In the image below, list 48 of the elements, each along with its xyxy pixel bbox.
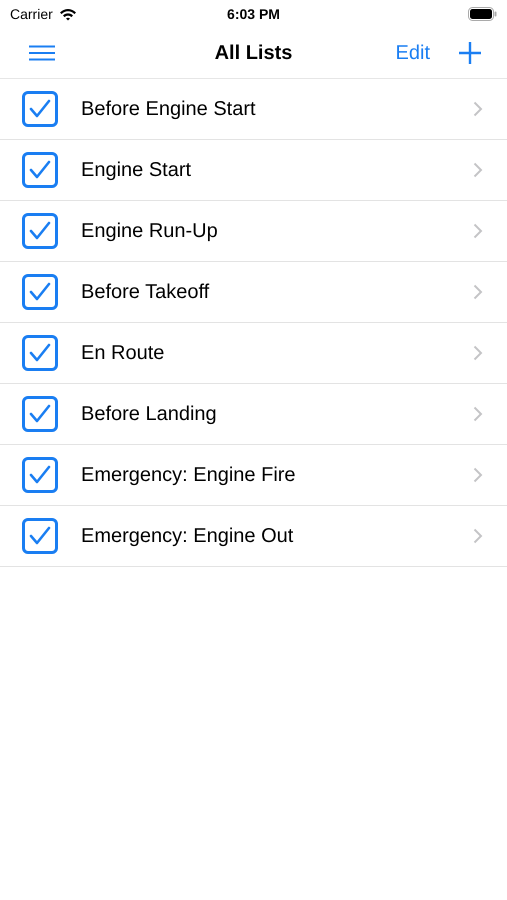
list-row[interactable]: Before Takeoff [0, 262, 507, 323]
battery-icon [468, 7, 498, 21]
chevron-icon [473, 162, 483, 178]
checkmark-icon [29, 282, 51, 302]
list-name: Engine Run-Up [81, 219, 219, 244]
page-title: All Lists [214, 41, 292, 66]
checkbox[interactable] [22, 396, 58, 432]
list-row[interactable]: Engine Run-Up [0, 201, 507, 262]
list-row[interactable]: En Route [0, 323, 507, 384]
status-time: 6:03 PM [227, 4, 280, 24]
list-name: Emergency: Engine Fire [81, 463, 297, 488]
checkbox[interactable] [22, 518, 58, 554]
checkbox[interactable] [22, 335, 58, 371]
checkmark-icon [29, 404, 51, 424]
add-icon[interactable] [459, 42, 481, 64]
checkbox[interactable] [22, 213, 58, 249]
list-row[interactable]: Before Landing [0, 384, 507, 445]
chevron-icon [473, 284, 483, 300]
chevron-icon [473, 467, 483, 483]
checkbox[interactable] [22, 457, 58, 493]
menu-icon[interactable] [28, 45, 56, 61]
list-name: Before Landing [81, 402, 218, 427]
list-row[interactable]: Emergency: Engine Out [0, 506, 507, 567]
chevron-icon [473, 406, 483, 422]
chevron-icon [473, 101, 483, 117]
checkbox[interactable] [22, 274, 58, 310]
checkmark-icon [29, 99, 51, 119]
checkmark-icon [29, 160, 51, 180]
list-row[interactable]: Before Engine Start [0, 79, 507, 140]
chevron-icon [473, 345, 483, 361]
chevron-icon [473, 223, 483, 239]
wifi-icon [58, 8, 77, 20]
carrier-label: Carrier [10, 4, 53, 24]
list-name: En Route [81, 341, 166, 366]
chevron-icon [473, 528, 483, 544]
checkmark-icon [29, 465, 51, 485]
checkmark-icon [29, 221, 51, 241]
list-name: Before Takeoff [81, 280, 210, 305]
list-row[interactable]: Emergency: Engine Fire [0, 445, 507, 506]
edit-button[interactable]: Edit [396, 38, 430, 68]
list-row[interactable]: Engine Start [0, 140, 507, 201]
checkbox[interactable] [22, 152, 58, 188]
checkmark-icon [29, 526, 51, 546]
checkmark-icon [29, 343, 51, 363]
checkbox[interactable] [22, 91, 58, 127]
list-name: Before Engine Start [81, 97, 257, 122]
list-name: Emergency: Engine Out [81, 524, 294, 549]
list-name: Engine Start [81, 158, 192, 183]
